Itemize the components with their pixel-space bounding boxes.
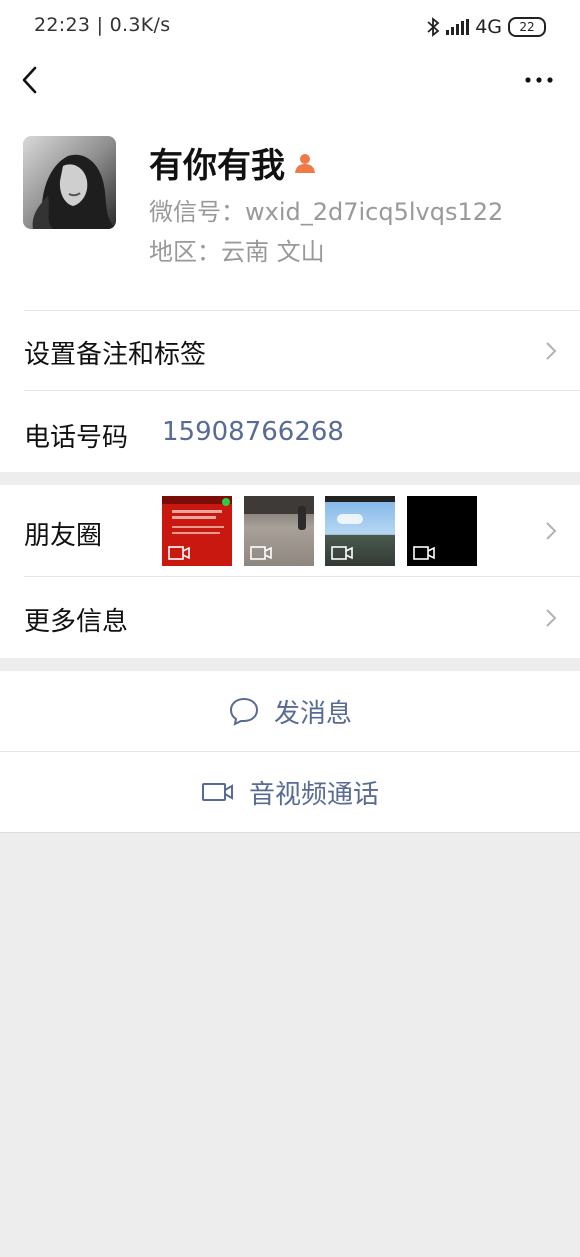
thumb-text-line: [172, 510, 222, 513]
video-camera-icon: [201, 783, 233, 801]
row-remark-tags[interactable]: 设置备注和标签: [0, 310, 580, 391]
row-more-info-label: 更多信息: [24, 607, 129, 637]
moments-thumbnail: [325, 496, 395, 566]
thumb-cloud: [337, 514, 363, 524]
back-icon[interactable]: [18, 62, 48, 98]
moments-thumbnail: [162, 496, 232, 566]
divider: [24, 310, 580, 311]
profile-name-text: 有你有我: [149, 146, 285, 186]
thumb-figure: [298, 506, 306, 530]
region: 地区：云南 文山: [149, 238, 325, 266]
row-more-info[interactable]: 更多信息: [0, 577, 580, 658]
video-call-button[interactable]: 音视频通话: [0, 752, 580, 832]
video-camera-icon: [168, 546, 190, 560]
phone-number-link[interactable]: 15908766268: [162, 417, 344, 447]
chevron-right-icon: [546, 342, 557, 360]
nav-bar: [0, 52, 580, 108]
row-moments[interactable]: 朋友圈: [0, 485, 580, 577]
row-phone-label: 电话号码: [24, 423, 129, 453]
signal-icon: [446, 19, 470, 35]
divider: [0, 832, 580, 833]
bluetooth-icon: [427, 17, 440, 37]
status-bar: 22:23 | 0.3K/s 4G 22: [0, 0, 580, 52]
thumb-mirror: [325, 496, 395, 502]
wechat-id: 微信号：wxid_2d7icq5lvqs122: [149, 198, 504, 226]
thumb-dot: [222, 498, 230, 506]
send-message-label: 发消息: [273, 698, 352, 729]
video-camera-icon: [413, 546, 435, 560]
network-type: 4G: [475, 16, 502, 38]
row-remark-tags-label: 设置备注和标签: [24, 340, 207, 370]
chat-bubble-icon: [229, 697, 258, 726]
chevron-right-icon: [546, 522, 557, 540]
video-call-label: 音视频通话: [248, 779, 379, 810]
moments-thumbnail: [244, 496, 314, 566]
row-moments-label: 朋友圈: [24, 521, 103, 551]
more-icon[interactable]: [524, 68, 554, 92]
video-camera-icon: [250, 546, 272, 560]
battery-icon: 22: [508, 17, 546, 37]
status-icons: 4G 22: [426, 14, 546, 40]
send-message-button[interactable]: 发消息: [0, 671, 580, 751]
status-time-speed: 22:23 | 0.3K/s: [34, 14, 171, 36]
moments-thumbnail: [407, 496, 477, 566]
female-user-icon: [295, 153, 315, 173]
video-camera-icon: [331, 546, 353, 560]
chevron-right-icon: [546, 609, 557, 627]
avatar[interactable]: [23, 136, 116, 229]
thumb-text-line: [172, 526, 224, 528]
profile-header: 有你有我 微信号：wxid_2d7icq5lvqs122 地区：云南 文山: [0, 108, 580, 310]
row-phone: 电话号码 15908766268: [0, 391, 580, 472]
thumb-text-line: [172, 516, 216, 519]
profile-name: 有你有我: [149, 138, 317, 187]
thumb-text-line: [172, 532, 220, 534]
